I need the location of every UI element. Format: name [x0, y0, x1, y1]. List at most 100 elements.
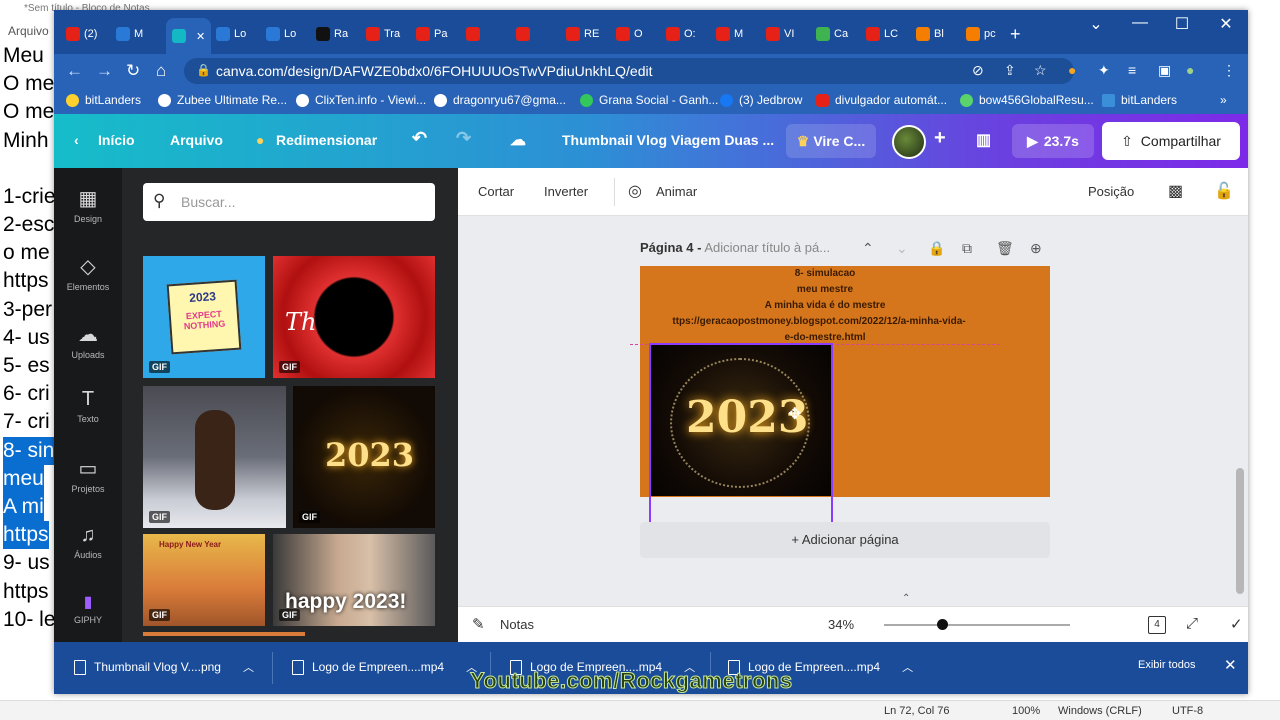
- bookmark-item[interactable]: bow456GlobalResu...: [960, 93, 1094, 107]
- sidebar-item-design[interactable]: ▦ Design: [54, 186, 122, 224]
- browser-tab[interactable]: ✕: [166, 18, 212, 54]
- chevron-up-icon[interactable]: ︿: [902, 659, 913, 675]
- chevron-up-icon[interactable]: ︿: [243, 659, 254, 675]
- notes-button[interactable]: Notas: [500, 617, 534, 632]
- reload-icon[interactable]: ↻: [126, 61, 140, 81]
- browser-tab[interactable]: Pa: [416, 22, 447, 46]
- zoom-slider-handle[interactable]: [936, 619, 948, 630]
- sidebar-item-projects[interactable]: ▭ Projetos: [54, 456, 122, 494]
- transparency-icon[interactable]: ▩: [1168, 181, 1183, 201]
- undo-icon[interactable]: ↶: [412, 128, 427, 149]
- bookmark-item[interactable]: dragonryu67@gma...: [434, 93, 566, 107]
- lock-page-icon[interactable]: 🔒: [928, 240, 945, 257]
- avatar[interactable]: [892, 125, 926, 159]
- browser-tab[interactable]: (2): [66, 22, 97, 46]
- duplicate-page-icon[interactable]: ⧉: [962, 240, 972, 257]
- cloud-save-icon[interactable]: ☁: [510, 130, 526, 150]
- add-collaborator-icon[interactable]: +: [934, 127, 946, 150]
- extensions-icon[interactable]: ✦: [1098, 62, 1110, 79]
- browser-tab[interactable]: LC: [866, 22, 898, 46]
- flip-button[interactable]: Inverter: [544, 184, 588, 199]
- bookmark-item[interactable]: divulgador automát...: [816, 93, 947, 107]
- browser-tab[interactable]: M: [716, 22, 743, 46]
- eye-off-icon[interactable]: ⊘: [972, 62, 984, 79]
- sidebar-item-audio[interactable]: ♫ Áudios: [54, 524, 122, 560]
- star-icon[interactable]: ☆: [1034, 62, 1047, 79]
- notepad-text[interactable]: Meu O me O me Minh 1-crie 2-esc o me https 3-per…: [3, 42, 56, 634]
- chevron-down-icon[interactable]: ⌄: [896, 240, 908, 257]
- chevron-up-icon[interactable]: ⌃: [862, 240, 874, 257]
- delete-page-icon[interactable]: 🗑: [996, 240, 1014, 257]
- browser-tab[interactable]: [516, 22, 534, 46]
- lock-icon[interactable]: 🔓: [1214, 181, 1234, 201]
- chevron-up-icon[interactable]: ⌃: [902, 593, 910, 604]
- download-item[interactable]: Thumbnail Vlog V....png ︿: [74, 659, 254, 675]
- browser-tab[interactable]: Ca: [816, 22, 848, 46]
- show-all-downloads[interactable]: Exibir todos: [1138, 659, 1195, 671]
- back-chevron-icon[interactable]: ‹: [74, 132, 79, 148]
- browser-tab[interactable]: M: [116, 22, 143, 46]
- page-count[interactable]: 4: [1148, 616, 1166, 634]
- browser-tab[interactable]: O: [616, 22, 643, 46]
- browser-tab[interactable]: RE: [566, 22, 599, 46]
- insights-icon[interactable]: ▥: [976, 130, 991, 150]
- share-page-icon[interactable]: ⇪: [1004, 62, 1016, 79]
- happy-2023-gif[interactable]: happy 2023! GIF: [273, 534, 435, 626]
- vertical-scrollbar[interactable]: [1236, 468, 1244, 594]
- bookmark-item[interactable]: ClixTen.info - Viewi...: [296, 93, 426, 107]
- menu-kebab-icon[interactable]: ⋮: [1222, 62, 1236, 79]
- minimize-icon[interactable]: —: [1120, 14, 1160, 32]
- tab-search-icon[interactable]: ⌄: [1076, 14, 1116, 34]
- add-page-button[interactable]: + Adicionar página: [640, 522, 1050, 558]
- browser-tab[interactable]: Ra: [316, 22, 348, 46]
- next-gif-preview[interactable]: [143, 632, 305, 636]
- browser-tab[interactable]: Bl: [916, 22, 944, 46]
- page-title-field[interactable]: Adicionar título à pá...: [704, 240, 830, 255]
- maximize-icon[interactable]: ☐: [1162, 14, 1202, 34]
- new-tab-button[interactable]: +: [1010, 22, 1021, 46]
- reading-list-icon[interactable]: ≡: [1128, 62, 1136, 78]
- zoom-percentage[interactable]: 34%: [828, 617, 854, 632]
- fireworks-2023-gif[interactable]: 2023 GIF: [293, 386, 435, 528]
- close-tab-icon[interactable]: ✕: [196, 30, 205, 43]
- upgrade-button[interactable]: ♛ Vire C...: [786, 124, 876, 158]
- browser-tab[interactable]: [466, 22, 484, 46]
- browser-tab[interactable]: Lo: [266, 22, 296, 46]
- file-menu[interactable]: Arquivo: [170, 132, 223, 148]
- download-item[interactable]: Logo de Empreen....mp4 ︿: [292, 659, 477, 675]
- redo-icon[interactable]: ↷: [456, 128, 471, 149]
- browser-tab[interactable]: O:: [666, 22, 696, 46]
- bookmark-item[interactable]: bitLanders: [66, 93, 141, 107]
- sidebar-item-giphy[interactable]: ▮ GIPHY: [54, 592, 122, 625]
- bookmark-item[interactable]: (3) Jedbrow: [720, 93, 802, 107]
- more-bookmarks-icon[interactable]: »: [1220, 93, 1227, 107]
- sidebar-item-text[interactable]: T Texto: [54, 388, 122, 424]
- bookmark-item[interactable]: bitLanders: [1102, 93, 1177, 107]
- position-button[interactable]: Posição: [1088, 184, 1134, 199]
- browser-tab[interactable]: pc: [966, 22, 996, 46]
- fox-extension-icon[interactable]: ●: [1068, 62, 1076, 78]
- peanuts-gif[interactable]: Happy New Year GIF: [143, 534, 265, 626]
- search-input[interactable]: ⚲ Buscar...: [143, 183, 435, 221]
- animate-button[interactable]: Animar: [656, 184, 697, 199]
- expect-nothing-gif[interactable]: 2023 EXPECT NOTHING GIF: [143, 256, 265, 378]
- bookmark-item[interactable]: Zubee Ultimate Re...: [158, 93, 287, 107]
- share-button[interactable]: ⇧ Compartilhar: [1102, 122, 1240, 160]
- document-title[interactable]: Thumbnail Vlog Viagem Duas ...: [562, 132, 774, 148]
- profile-avatar[interactable]: ●: [1186, 62, 1194, 78]
- browser-tab[interactable]: Lo: [216, 22, 246, 46]
- looney-tunes-gif[interactable]: Th GIF: [273, 256, 435, 378]
- notepad-menu-file[interactable]: Arquivo: [8, 24, 49, 38]
- home-link[interactable]: Início: [98, 132, 135, 148]
- crop-button[interactable]: Cortar: [478, 184, 514, 199]
- browser-tab[interactable]: VI: [766, 22, 794, 46]
- close-icon[interactable]: ✕: [1206, 14, 1246, 34]
- check-icon[interactable]: ✓: [1230, 615, 1243, 633]
- forward-icon[interactable]: →: [96, 61, 113, 81]
- lock-icon[interactable]: 🔒: [196, 63, 211, 77]
- add-page-icon[interactable]: ⊕: [1030, 240, 1042, 257]
- fullscreen-icon[interactable]: ⤢: [1186, 615, 1198, 632]
- side-panel-icon[interactable]: ▣: [1158, 62, 1171, 79]
- url-field[interactable]: 🔒 canva.com/design/DAFWZE0bdx0/6FOHUUUOs…: [184, 58, 1074, 84]
- bookmark-item[interactable]: Grana Social - Ganh...: [580, 93, 718, 107]
